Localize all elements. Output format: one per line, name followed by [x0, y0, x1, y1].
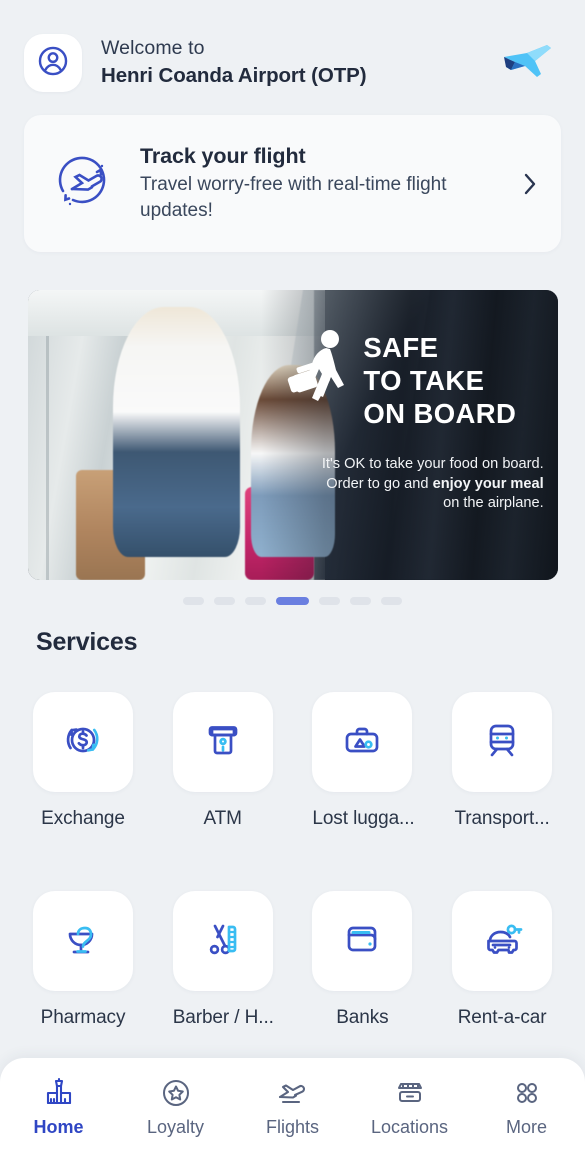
- control-tower-icon: [43, 1076, 75, 1110]
- nav-item-home[interactable]: Home: [0, 1076, 117, 1138]
- service-tile[interactable]: [172, 692, 273, 792]
- rent-a-car-icon: [477, 914, 527, 969]
- carousel-dot[interactable]: [319, 597, 340, 605]
- nav-item-flights[interactable]: Flights: [234, 1076, 351, 1138]
- star-circle-icon: [160, 1076, 192, 1110]
- airplane-logo-icon: [497, 43, 555, 83]
- app-screen: Welcome to Henri Coanda Airport (OTP) Tr…: [0, 0, 585, 1164]
- service-item-transport[interactable]: Transport...: [452, 692, 553, 830]
- promo-copy: SAFE TO TAKE ON BOARD It's OK to take yo…: [272, 290, 558, 580]
- service-tile[interactable]: [312, 891, 413, 991]
- walking-passenger-icon: [286, 328, 360, 420]
- avatar[interactable]: [24, 34, 82, 92]
- service-tile[interactable]: [312, 692, 413, 792]
- currency-exchange-icon: [58, 715, 108, 770]
- bottom-navigation: Home Loyalty Flights Locations More: [0, 1058, 585, 1164]
- service-label: Exchange: [41, 808, 125, 829]
- barber-scissors-comb-icon: [198, 914, 248, 969]
- welcome-block: Welcome to Henri Coanda Airport (OTP): [101, 35, 497, 90]
- service-label: ATM: [203, 808, 242, 829]
- app-header: Welcome to Henri Coanda Airport (OTP): [0, 0, 585, 104]
- storefront-icon: [394, 1076, 426, 1110]
- track-flight-title: Track your flight: [140, 143, 306, 168]
- carousel-dot[interactable]: [183, 597, 204, 605]
- track-flight-text: Track your flight Travel worry-free with…: [140, 144, 517, 224]
- service-label: Rent-a-car: [457, 1007, 547, 1028]
- pharmacy-icon: [58, 914, 108, 969]
- promo-headline: SAFE TO TAKE ON BOARD: [363, 331, 516, 430]
- service-tile[interactable]: [33, 891, 133, 991]
- carousel-dot[interactable]: [214, 597, 235, 605]
- service-item-atm[interactable]: ATM: [172, 692, 273, 830]
- services-heading: Services: [36, 628, 138, 656]
- promo-headline-line3: ON BOARD: [363, 397, 517, 429]
- service-item-pharmacy[interactable]: Pharmacy: [33, 891, 133, 1029]
- track-flight-subtitle: Travel worry-free with real-time flight …: [140, 173, 447, 221]
- service-tile[interactable]: [172, 891, 273, 991]
- carousel-dots[interactable]: [0, 597, 585, 605]
- carousel-dot[interactable]: [381, 597, 402, 605]
- service-label: Barber / H...: [172, 1007, 274, 1028]
- promo-headline-line2: TO TAKE: [363, 364, 485, 396]
- nav-item-loyalty[interactable]: Loyalty: [117, 1076, 234, 1138]
- promo-body: It's OK to take your food on board. Orde…: [283, 455, 544, 513]
- page-title: Henri Coanda Airport (OTP): [101, 64, 367, 88]
- lost-luggage-icon: [337, 715, 387, 770]
- service-tile[interactable]: [452, 891, 553, 991]
- welcome-label: Welcome to: [101, 37, 205, 60]
- carousel-dot[interactable]: [350, 597, 371, 605]
- flight-tracking-icon: [50, 151, 116, 217]
- service-label: Banks: [336, 1007, 389, 1028]
- track-flight-card[interactable]: Track your flight Travel worry-free with…: [24, 115, 561, 252]
- promo-body-line1: It's OK to take your food on board.: [321, 456, 544, 473]
- promo-body-line2-bold: enjoy your meal: [432, 475, 544, 492]
- nav-label: Loyalty: [146, 1117, 205, 1137]
- chevron-right-icon[interactable]: [517, 171, 543, 197]
- nav-label: Locations: [370, 1117, 449, 1137]
- four-dots-grid-icon: [511, 1076, 543, 1110]
- service-label: Transport...: [454, 808, 550, 829]
- service-item-rent-a-car[interactable]: Rent-a-car: [452, 891, 553, 1029]
- nav-label: Flights: [265, 1117, 319, 1137]
- service-label: Lost lugga...: [312, 808, 415, 829]
- carousel-dot[interactable]: [245, 597, 266, 605]
- service-tile[interactable]: [33, 692, 133, 792]
- atm-icon: [198, 715, 248, 770]
- service-item-barber[interactable]: Barber / H...: [172, 891, 274, 1029]
- nav-item-locations[interactable]: Locations: [351, 1076, 468, 1138]
- promo-banner[interactable]: SAFE TO TAKE ON BOARD It's OK to take yo…: [28, 290, 558, 580]
- nav-label: More: [505, 1117, 547, 1137]
- carousel-dot-active[interactable]: [276, 597, 309, 605]
- wallet-bank-icon: [337, 914, 387, 969]
- train-transport-icon: [477, 715, 527, 770]
- service-item-lost-luggage[interactable]: Lost lugga...: [312, 692, 415, 830]
- service-item-banks[interactable]: Banks: [312, 891, 413, 1029]
- nav-item-more[interactable]: More: [468, 1076, 585, 1138]
- service-item-exchange[interactable]: Exchange: [33, 692, 133, 830]
- promo-body-line3: on the airplane.: [443, 494, 544, 511]
- user-circle-icon: [36, 44, 70, 83]
- promo-headline-line1: SAFE: [363, 331, 439, 363]
- promo-body-line2-plain: Order to go and: [326, 475, 433, 492]
- service-label: Pharmacy: [40, 1007, 126, 1028]
- service-tile[interactable]: [452, 692, 553, 792]
- nav-label: Home: [33, 1117, 84, 1137]
- departing-plane-icon: [276, 1076, 310, 1110]
